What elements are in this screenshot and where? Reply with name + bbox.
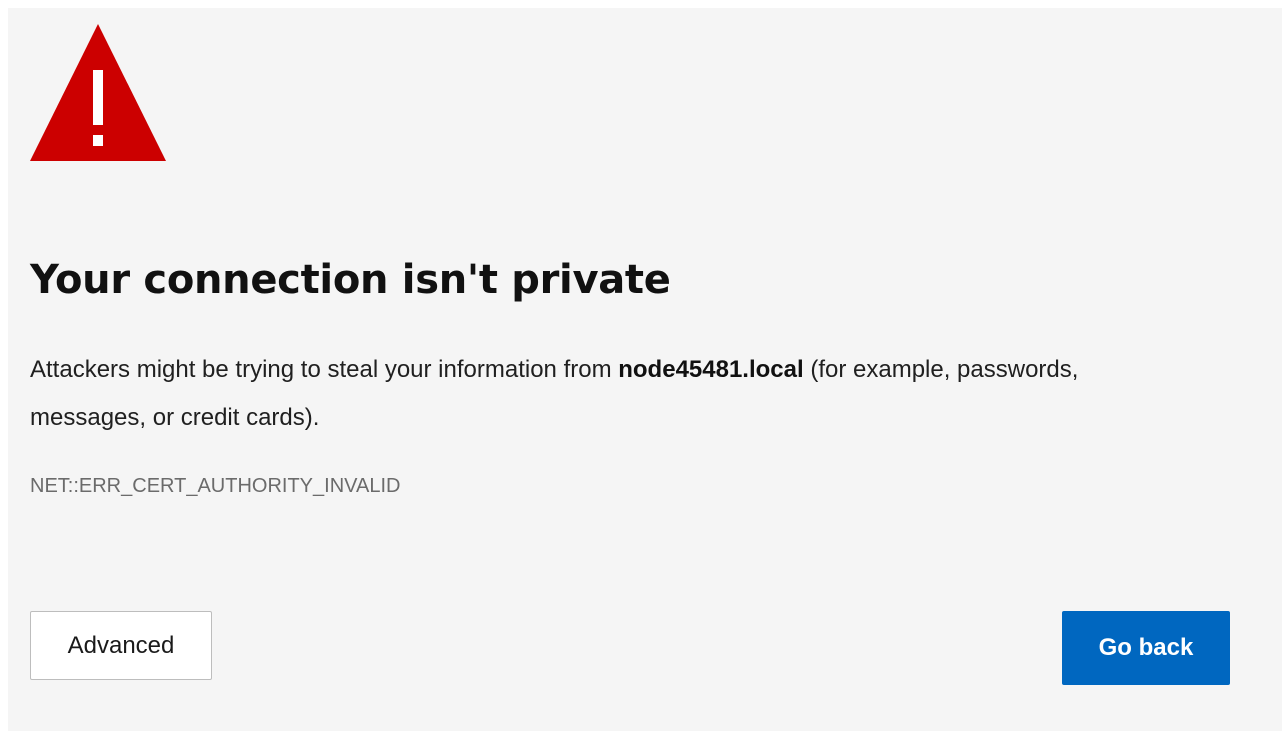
page-title: Your connection isn't private [30, 257, 671, 303]
warning-message: Attackers might be trying to steal your … [30, 346, 1180, 442]
advanced-button[interactable]: Advanced [30, 611, 212, 680]
host-name: node45481.local [618, 356, 804, 383]
go-back-button[interactable]: Go back [1062, 611, 1230, 685]
error-page-panel: Your connection isn't private Attackers … [8, 8, 1282, 731]
warning-triangle-icon [30, 24, 166, 161]
message-text-before: Attackers might be trying to steal your … [30, 356, 619, 383]
error-code: NET::ERR_CERT_AUTHORITY_INVALID [30, 475, 401, 497]
